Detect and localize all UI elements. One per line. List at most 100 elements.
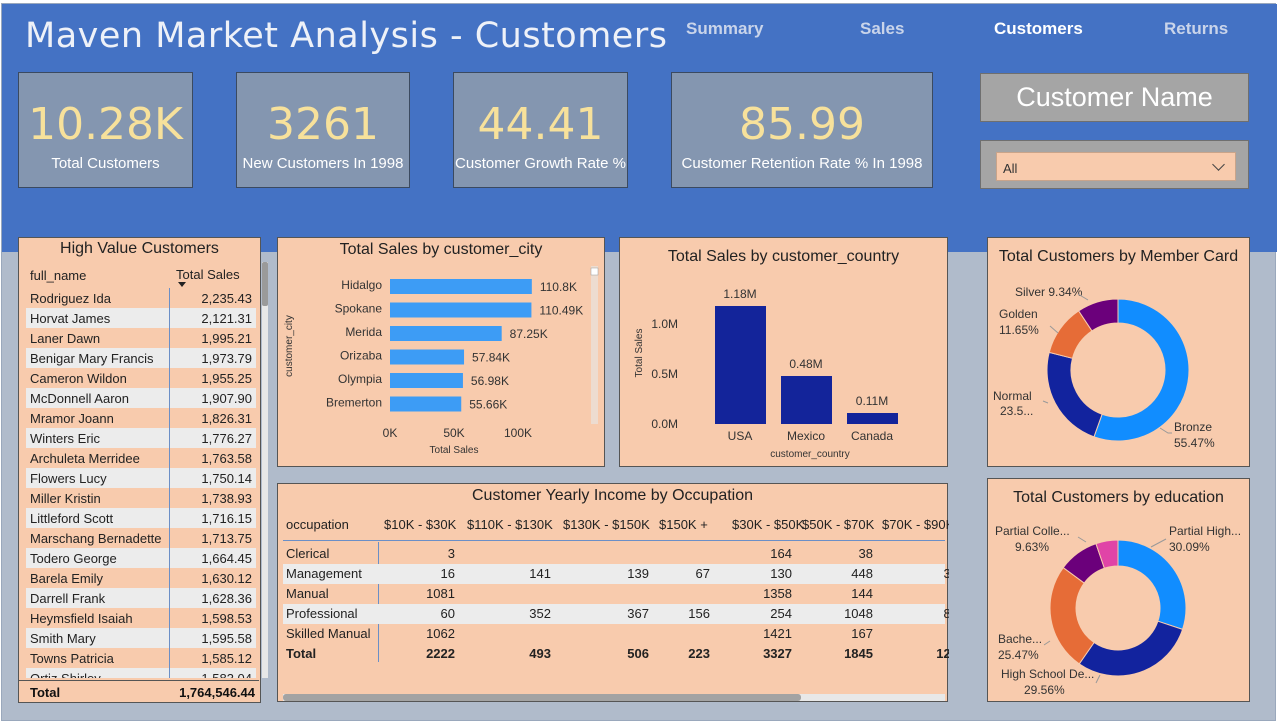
country-bar-svg: 0.0M 0.5M 1.0M 1.18M USA 0.48M Mexico 0.11M Cana… [634, 287, 898, 460]
donut-label: Bache... [998, 632, 1042, 646]
table-row[interactable]: Miller Kristin 1,738.93 [26, 488, 256, 508]
column-header-total-sales[interactable]: Total Sales [176, 267, 240, 282]
donut-label: Bronze [1174, 420, 1212, 434]
total-label: Total [30, 685, 61, 700]
high-value-customers-table: High Value Customers full_name Total Sal… [18, 237, 268, 703]
column-header-income[interactable]: $70K - $90K [882, 517, 949, 532]
customer-name-cell: Flowers Lucy [30, 471, 107, 486]
row-header: Management [286, 566, 362, 581]
city-category-label: Merida [345, 325, 382, 339]
total-sales-cell: 1,630.12 [201, 571, 252, 586]
customer-name-cell: Smith Mary [30, 631, 96, 646]
horizontal-scrollbar[interactable] [283, 694, 945, 701]
total-sales-cell: 1,995.21 [201, 331, 252, 346]
table-row[interactable]: Barela Emily 1,630.12 [26, 568, 256, 588]
city-data-label: 55.66K [469, 398, 507, 412]
column-header-income[interactable]: $110K - $130K [467, 517, 553, 532]
city-data-label: 110.49K [539, 304, 583, 318]
row-header: Manual [286, 586, 329, 601]
chevron-down-icon[interactable] [1212, 158, 1225, 171]
table-row[interactable]: Darrell Frank 1,628.36 [26, 588, 256, 608]
column-header-income[interactable]: $50K - $70K [802, 517, 874, 532]
y-tick-label: 0.5M [651, 367, 678, 381]
city-bar [390, 302, 532, 318]
matrix-cell: 130 [770, 566, 792, 581]
table-row[interactable]: Rodriguez Ida 2,235.43 [26, 288, 256, 308]
column-header-income[interactable]: $150K + [659, 517, 708, 532]
kpi-label: New Customers In 1998 [242, 155, 404, 172]
country-bar [715, 306, 766, 424]
table-row[interactable]: Flowers Lucy 1,750.14 [26, 468, 256, 488]
donut-label: Normal [993, 389, 1032, 403]
column-header-occupation[interactable]: occupation [286, 517, 349, 532]
kpi-total-customers: 10.28K Total Customers [18, 72, 193, 188]
scrollbar-thumb[interactable] [262, 262, 268, 306]
total-row-label: Total [286, 646, 317, 661]
label-leader-line [1043, 640, 1051, 646]
scrollbar-thumb[interactable] [283, 694, 801, 701]
nav-sales[interactable]: Sales [860, 19, 904, 39]
table-row[interactable]: Cameron Wildon 1,955.25 [26, 368, 256, 388]
table-row[interactable]: Archuleta Merridee 1,763.58 [26, 448, 256, 468]
customer-name-dropdown[interactable]: All [996, 152, 1236, 181]
column-header-income[interactable]: $30K - $50K [732, 517, 804, 532]
total-value: 1,764,546.44 [179, 685, 255, 700]
customer-name-cell: Laner Dawn [30, 331, 101, 346]
nav-customers[interactable]: Customers [994, 19, 1083, 39]
table-row[interactable]: Benigar Mary Francis 1,973.79 [26, 348, 256, 368]
vertical-scrollbar[interactable] [262, 262, 268, 678]
table-row[interactable]: McDonnell Aaron 1,907.90 [26, 388, 256, 408]
table-row[interactable]: Towns Patricia 1,585.12 [26, 648, 256, 668]
city-category-label: Bremerton [326, 396, 382, 410]
report-canvas: Maven Market Analysis - Customers Summar… [1, 3, 1277, 721]
column-header-income[interactable]: $10K - $30K [384, 517, 456, 532]
sort-desc-icon[interactable] [178, 282, 186, 287]
matrix-cell: 164 [770, 546, 792, 561]
table-row[interactable]: Todero George 1,664.45 [26, 548, 256, 568]
table-row[interactable]: Littleford Scott 1,716.15 [26, 508, 256, 528]
label-leader-line [1150, 538, 1167, 548]
table-row[interactable]: Smith Mary 1,595.58 [26, 628, 256, 648]
total-sales-cell: 1,585.12 [201, 651, 252, 666]
nav-summary[interactable]: Summary [686, 19, 763, 39]
total-sales-cell: 1,826.31 [201, 411, 252, 426]
table-row[interactable]: Mramor Joann 1,826.31 [26, 408, 256, 428]
row-header: Skilled Manual [286, 626, 371, 641]
country-bar [847, 413, 898, 424]
total-sales-cell: 1,750.14 [201, 471, 252, 486]
sales-by-country-chart: Total Sales by customer_country 0.0M 0.5M… [619, 237, 948, 467]
matrix-cell: 167 [851, 626, 873, 641]
customer-name-cell: Barela Emily [30, 571, 103, 586]
customer-name-cell: Heymsfield Isaiah [30, 611, 133, 626]
donut-label: 11.65% [999, 323, 1039, 337]
education-slice [1078, 620, 1184, 677]
customer-name-cell: Horvat James [30, 311, 111, 326]
table-row[interactable]: Ortiz Shirley 1,583.04 [26, 668, 256, 678]
matrix-cell: 16 [440, 566, 455, 581]
matrix-body: occupation $10K - $30K $110K - $130K $130K … [278, 484, 949, 703]
country-data-label: 0.48M [789, 357, 822, 371]
table-row[interactable]: Winters Eric 1,776.27 [26, 428, 256, 448]
total-cell: 1845 [844, 646, 873, 661]
total-sales-cell: 1,628.36 [201, 591, 252, 606]
table-row[interactable]: Laner Dawn 1,995.21 [26, 328, 256, 348]
x-axis-title: Total Sales [430, 445, 479, 456]
slicer-title: Customer Name [980, 73, 1249, 122]
kpi-growth-rate: 44.41 Customer Growth Rate % [453, 72, 628, 188]
table-row[interactable]: Horvat James 2,121.31 [26, 308, 256, 328]
column-header-income[interactable]: $130K - $150K [563, 517, 650, 532]
total-sales-cell: 1,776.27 [201, 431, 252, 446]
customer-name-cell: Darrell Frank [30, 591, 106, 606]
total-sales-cell: 1,595.58 [201, 631, 252, 646]
table-row[interactable]: Heymsfield Isaiah 1,598.53 [26, 608, 256, 628]
matrix-cell: 82 [943, 606, 949, 621]
matrix-cell: 60 [440, 606, 455, 621]
city-bar-svg: Hidalgo 110.8K Spokane 110.49K Merida 87.25K O… [284, 266, 599, 456]
x-axis-title: customer_country [770, 449, 849, 460]
table-row[interactable]: Marschang Bernadette 1,713.75 [26, 528, 256, 548]
nav-returns[interactable]: Returns [1164, 19, 1228, 39]
donut-label: Partial Colle... [995, 524, 1070, 538]
matrix-cell: 139 [627, 566, 649, 581]
column-header-full-name[interactable]: full_name [30, 268, 86, 283]
customer-name-cell: Benigar Mary Francis [30, 351, 154, 366]
